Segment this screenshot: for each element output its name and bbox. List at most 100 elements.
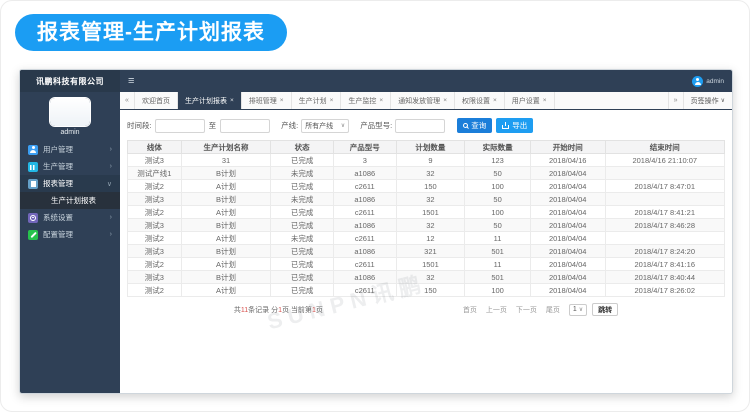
table-row: 测试3B计划已完成a108632502018/04/042018/4/17 8:… bbox=[128, 219, 725, 232]
tab-operations-dropdown[interactable]: 页签操作 ∨ bbox=[683, 92, 732, 109]
pager-links: 首页上一页下一页尾页 bbox=[463, 305, 560, 315]
report-icon bbox=[28, 179, 38, 189]
tab-生产计划[interactable]: 生产计划× bbox=[292, 92, 342, 109]
table-cell: B计划 bbox=[181, 193, 271, 206]
table-cell: 12 bbox=[396, 232, 465, 245]
user-icon bbox=[28, 145, 38, 155]
tab-生产监控[interactable]: 生产监控× bbox=[341, 92, 391, 109]
table-cell: 2018/04/04 bbox=[530, 206, 605, 219]
model-input[interactable] bbox=[395, 119, 445, 133]
sidebar-subitem-production-plan-report[interactable]: 生产计划报表 bbox=[20, 192, 120, 209]
pager-link-尾页[interactable]: 尾页 bbox=[546, 305, 560, 315]
page-select-value: 1 bbox=[573, 306, 577, 313]
tab-label: 用户设置 bbox=[512, 96, 540, 106]
summary-text: 共 bbox=[234, 307, 241, 314]
table-cell: 2018/04/04 bbox=[530, 245, 605, 258]
table-cell: A计划 bbox=[181, 258, 271, 271]
column-header: 开始时间 bbox=[530, 141, 605, 154]
date-end-input[interactable] bbox=[220, 119, 270, 133]
tab-欢迎首页[interactable]: 欢迎首页 bbox=[135, 92, 178, 109]
table-cell: 501 bbox=[465, 245, 531, 258]
table-cell: c2611 bbox=[333, 258, 396, 271]
navbar-user[interactable]: admin bbox=[692, 76, 724, 87]
export-icon bbox=[502, 122, 509, 129]
filter-bar: 时间段: 至 产线: 所有产线 ∨ 产品型号: 查询 bbox=[127, 118, 725, 133]
tab-close-icon[interactable]: × bbox=[280, 97, 284, 104]
pager-link-下一页[interactable]: 下一页 bbox=[516, 305, 537, 315]
column-header: 实际数量 bbox=[465, 141, 531, 154]
settings-gear-icon bbox=[28, 213, 38, 223]
search-icon bbox=[463, 123, 468, 128]
tabs-scroll-left-icon[interactable]: « bbox=[120, 92, 135, 109]
pagination-bar: 共11条记录 分1页 当前第1页 首页上一页下一页尾页 1 ∨ 跳转 bbox=[127, 303, 725, 316]
tabs-scroll-right-icon[interactable]: » bbox=[668, 92, 683, 109]
sidebar-item-label: 配置管理 bbox=[43, 229, 73, 240]
tab-用户设置[interactable]: 用户设置× bbox=[505, 92, 555, 109]
tab-排班管理[interactable]: 排班管理× bbox=[242, 92, 292, 109]
chevron-right-icon: › bbox=[110, 146, 112, 153]
table-cell: 2018/04/04 bbox=[530, 167, 605, 180]
tab-close-icon[interactable]: × bbox=[443, 97, 447, 104]
page-title-badge: 报表管理-生产计划报表 bbox=[15, 14, 287, 51]
tab-close-icon[interactable]: × bbox=[543, 97, 547, 104]
table-cell: 已完成 bbox=[271, 271, 334, 284]
tab-close-icon[interactable]: × bbox=[493, 97, 497, 104]
sidebar-item-production-management[interactable]: 生产管理 › bbox=[20, 158, 120, 175]
jump-button[interactable]: 跳转 bbox=[592, 303, 618, 316]
sidebar-item-label: 系统设置 bbox=[43, 212, 73, 223]
tab-close-icon[interactable]: × bbox=[379, 97, 383, 104]
table-cell: 2018/4/17 8:26:02 bbox=[605, 284, 724, 297]
table-cell: 2018/04/04 bbox=[530, 271, 605, 284]
table-cell: c2611 bbox=[333, 232, 396, 245]
date-start-input[interactable] bbox=[155, 119, 205, 133]
sidebar-item-user-management[interactable]: 用户管理 › bbox=[20, 141, 120, 158]
tab-label: 权限设置 bbox=[462, 96, 490, 106]
export-button[interactable]: 导出 bbox=[496, 118, 533, 133]
pager-link-上一页[interactable]: 上一页 bbox=[486, 305, 507, 315]
table-cell: c2611 bbox=[333, 180, 396, 193]
tab-生产计划报表[interactable]: 生产计划报表× bbox=[178, 92, 242, 109]
menu-toggle-icon[interactable]: ≡ bbox=[128, 76, 134, 87]
table-cell: 150 bbox=[396, 284, 465, 297]
export-button-label: 导出 bbox=[512, 120, 527, 131]
sidebar-item-system-settings[interactable]: 系统设置 › bbox=[20, 209, 120, 226]
table-cell: 2018/04/16 bbox=[530, 154, 605, 167]
table-row: 测试产线1B计划未完成a108632502018/04/04 bbox=[128, 167, 725, 180]
table-cell: 2018/4/17 8:24:20 bbox=[605, 245, 724, 258]
table-cell: 测试产线1 bbox=[128, 167, 182, 180]
table-cell: 测试3 bbox=[128, 245, 182, 258]
column-header: 计划数量 bbox=[396, 141, 465, 154]
table-cell: 测试3 bbox=[128, 193, 182, 206]
production-plan-table: 线体生产计划名称状态产品型号计划数量实际数量开始时间结束时间 测试331已完成3… bbox=[127, 140, 725, 297]
page-select[interactable]: 1 ∨ bbox=[569, 304, 587, 316]
profile-username: admin bbox=[20, 129, 120, 136]
query-button[interactable]: 查询 bbox=[457, 118, 492, 133]
user-avatar-icon[interactable] bbox=[692, 76, 703, 87]
pager-link-首页[interactable]: 首页 bbox=[463, 305, 477, 315]
table-cell: 2018/04/04 bbox=[530, 180, 605, 193]
app-window: 讯鹏科技有限公司 ≡ admin admin 用户管理 › 生产管理 › bbox=[19, 69, 733, 394]
app-body: admin 用户管理 › 生产管理 › 报表管理 ∨ 生产计划报表 bbox=[20, 92, 732, 393]
summary-text: 页 bbox=[316, 307, 323, 314]
table-cell: 已完成 bbox=[271, 245, 334, 258]
table-cell: a1086 bbox=[333, 167, 396, 180]
sidebar-item-report-management[interactable]: 报表管理 ∨ bbox=[20, 175, 120, 192]
tab-close-icon[interactable]: × bbox=[230, 97, 234, 104]
chevron-down-icon: ∨ bbox=[721, 97, 725, 104]
table-cell: 已完成 bbox=[271, 284, 334, 297]
config-wrench-icon bbox=[28, 230, 38, 240]
table-cell: 501 bbox=[465, 271, 531, 284]
table-cell: 测试2 bbox=[128, 232, 182, 245]
sidebar-item-config-management[interactable]: 配置管理 › bbox=[20, 226, 120, 243]
table-cell: 9 bbox=[396, 154, 465, 167]
tab-权限设置[interactable]: 权限设置× bbox=[455, 92, 505, 109]
tab-label: 生产计划 bbox=[299, 96, 327, 106]
chevron-down-icon: ∨ bbox=[107, 180, 112, 188]
table-cell: 2018/04/04 bbox=[530, 258, 605, 271]
tab-close-icon[interactable]: × bbox=[330, 97, 334, 104]
line-select[interactable]: 所有产线 ∨ bbox=[301, 119, 349, 133]
table-cell: 50 bbox=[465, 167, 531, 180]
chevron-right-icon: › bbox=[110, 214, 112, 221]
tab-通知发放管理[interactable]: 通知发放管理× bbox=[391, 92, 455, 109]
column-header: 产品型号 bbox=[333, 141, 396, 154]
